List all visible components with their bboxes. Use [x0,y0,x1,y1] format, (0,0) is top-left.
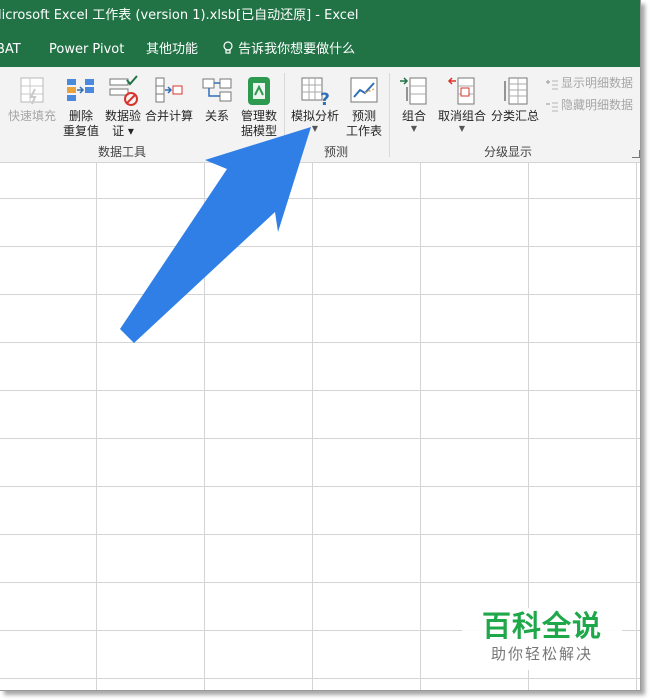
watermark-subtitle: 助你轻松解决 [490,645,593,663]
watermark-title: 百科全说 [481,609,602,643]
watermark: 百科全说 助你轻松解决 [462,608,622,670]
excel-window: licrosoft Excel 工作表 (version 1).xlsb[已自动… [0,0,641,691]
annotation-arrow-icon [120,127,311,343]
